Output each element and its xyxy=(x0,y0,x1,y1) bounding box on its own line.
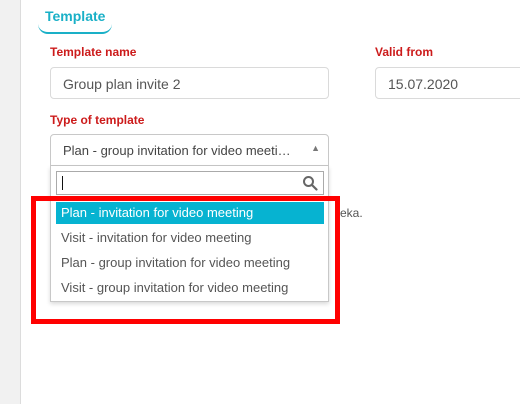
tab-template-label: Template xyxy=(45,8,106,24)
template-name-input[interactable]: Group plan invite 2 xyxy=(50,67,329,99)
dropdown-search-input[interactable] xyxy=(56,171,324,195)
valid-from-label: Valid from xyxy=(375,45,434,59)
left-sidebar-edge xyxy=(0,0,21,404)
partially-hidden-text: eka. xyxy=(340,206,363,220)
template-name-label: Template name xyxy=(50,45,137,59)
valid-from-input[interactable]: 15.07.2020 xyxy=(375,67,520,99)
text-cursor xyxy=(62,176,63,190)
type-selected-value: Plan - group invitation for video meeti… xyxy=(63,143,291,158)
type-of-template-label: Type of template xyxy=(50,113,145,127)
highlight-annotation-box xyxy=(31,196,340,324)
search-icon xyxy=(303,176,318,191)
type-of-template-select[interactable]: Plan - group invitation for video meeti…… xyxy=(50,134,329,166)
caret-up-icon: ▲ xyxy=(311,143,320,153)
tab-template[interactable]: Template xyxy=(38,2,112,34)
